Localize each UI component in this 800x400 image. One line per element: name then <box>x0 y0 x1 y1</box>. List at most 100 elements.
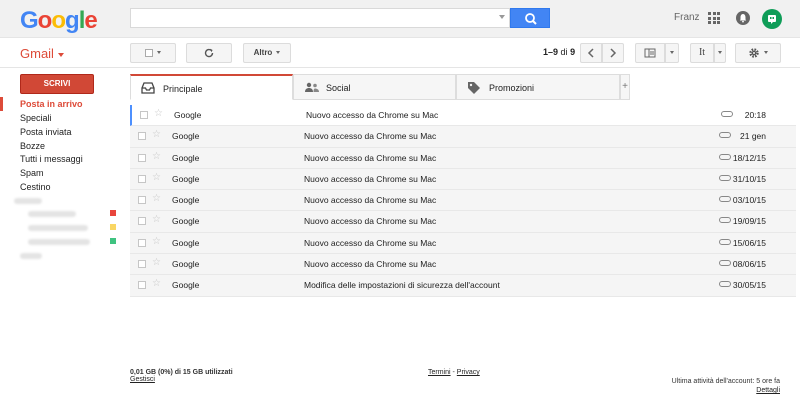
older-button[interactable] <box>602 43 624 63</box>
google-logo[interactable]: Google <box>20 7 98 35</box>
star-icon[interactable]: ☆ <box>152 130 161 140</box>
category-tabs: Principale Social Promozioni <box>130 74 630 100</box>
email-row[interactable]: ☆ Google Nuovo accesso da Chrome su Mac 31/… <box>130 168 796 191</box>
row-checkbox[interactable] <box>140 111 148 119</box>
settings-button[interactable] <box>735 43 781 63</box>
sidebar-item-inbox[interactable]: Posta in arrivo <box>20 98 83 111</box>
refresh-icon <box>204 48 214 58</box>
email-row[interactable]: ☆ Google Nuovo accesso da Chrome su Mac 21 … <box>130 126 796 148</box>
email-row[interactable]: ☆ Google Nuovo accesso da Chrome su Mac 20:… <box>130 105 796 127</box>
search-button[interactable] <box>510 8 550 28</box>
gmail-menu[interactable]: Gmail <box>20 46 64 61</box>
manage-storage-link[interactable]: Gestisci <box>130 376 155 383</box>
email-date: 08/06/15 <box>732 259 766 270</box>
logo-letter: g <box>65 7 80 34</box>
sidebar-item-spam[interactable]: Spam <box>20 167 44 180</box>
email-subject: Modifica delle impostazioni di sicurezza… <box>304 280 500 291</box>
star-icon[interactable]: ☆ <box>154 109 163 119</box>
split-pane-menu-button[interactable] <box>665 43 679 63</box>
sidebar-item-drafts[interactable]: Bozze <box>20 140 45 153</box>
email-row[interactable]: ☆ Google Nuovo accesso da Chrome su Mac 03/… <box>130 190 796 212</box>
tab-social[interactable]: Social <box>293 74 456 100</box>
sidebar-item-all-mail[interactable]: Tutti i messaggi <box>20 153 83 166</box>
people-icon <box>305 82 319 92</box>
storage-usage: 0,01 GB (0%) di 15 GB utilizzati <box>130 369 233 376</box>
top-header: Google Franz <box>0 0 800 38</box>
last-activity-text: Ultima attività dell'account: 5 ore fa <box>671 378 780 385</box>
row-checkbox[interactable] <box>138 174 146 183</box>
details-link[interactable]: Dettagli <box>756 387 780 394</box>
row-checkbox[interactable] <box>138 281 146 290</box>
email-date: 15/06/15 <box>732 237 766 248</box>
blurred-label[interactable] <box>28 225 88 231</box>
email-sender: Google <box>172 280 200 291</box>
email-row[interactable]: ☆ Google Modifica delle impostazioni di si… <box>130 275 796 297</box>
email-row[interactable]: ☆ Google Nuovo accesso da Chrome su Mac 18/… <box>130 147 796 169</box>
star-icon[interactable]: ☆ <box>152 151 161 162</box>
refresh-button[interactable] <box>186 43 232 63</box>
compose-button[interactable]: SCRIVI <box>20 74 94 94</box>
email-row[interactable]: ☆ Google Nuovo accesso da Chrome su Mac 19/… <box>130 211 796 233</box>
tag-icon <box>468 82 480 94</box>
apps-grid-icon[interactable] <box>708 12 720 24</box>
email-row[interactable]: ☆ Google Nuovo accesso da Chrome su Mac 15/… <box>130 232 796 255</box>
blurred-label-group[interactable] <box>14 198 42 204</box>
logo-letter: o <box>37 7 53 34</box>
star-icon[interactable]: ☆ <box>152 215 161 225</box>
select-all-button[interactable] <box>130 43 176 63</box>
attachment-clip-icon <box>719 153 731 160</box>
more-actions-button[interactable]: Altro <box>243 43 291 63</box>
row-checkbox[interactable] <box>138 132 146 141</box>
hangouts-avatar-icon[interactable] <box>762 9 782 29</box>
newer-button[interactable] <box>580 43 602 63</box>
attachment-clip-icon <box>719 174 731 181</box>
blurred-label[interactable] <box>28 211 76 217</box>
email-subject: Nuovo accesso da Chrome su Mac <box>304 237 437 248</box>
action-toolbar: Gmail Altro 1–9 di 9 It <box>0 38 800 68</box>
row-checkbox[interactable] <box>138 153 146 162</box>
label-color-swatch <box>110 224 116 230</box>
star-icon[interactable]: ☆ <box>152 236 161 247</box>
notifications-bell-icon[interactable] <box>736 11 750 25</box>
row-checkbox[interactable] <box>138 238 146 247</box>
row-checkbox[interactable] <box>138 260 146 269</box>
email-subject: Nuovo accesso da Chrome su Mac <box>304 216 437 227</box>
email-sender: Google <box>172 173 200 184</box>
star-icon[interactable]: ☆ <box>152 194 161 204</box>
terms-link[interactable]: Termini <box>428 369 451 376</box>
pager-total: 9 <box>570 47 576 57</box>
star-icon[interactable]: ☆ <box>152 279 161 289</box>
email-list: ☆ Google Nuovo accesso da Chrome su Mac 20:… <box>130 105 796 297</box>
email-sender: Google <box>172 216 200 227</box>
tab-promotions[interactable]: Promozioni <box>456 74 620 100</box>
row-checkbox[interactable] <box>138 196 146 205</box>
input-tools-menu-button[interactable] <box>714 43 726 63</box>
tab-primary[interactable]: Principale <box>130 74 293 100</box>
blurred-more-link[interactable] <box>20 253 42 259</box>
search-input[interactable] <box>130 8 510 28</box>
add-tab-button[interactable]: + <box>620 74 630 100</box>
star-icon[interactable]: ☆ <box>152 258 161 268</box>
inbox-icon <box>141 82 155 94</box>
email-subject: Nuovo accesso da Chrome su Mac <box>304 195 437 206</box>
privacy-link[interactable]: Privacy <box>457 369 480 376</box>
star-icon[interactable]: ☆ <box>152 172 161 183</box>
email-subject: Nuovo accesso da Chrome su Mac <box>304 173 437 184</box>
pager-of: di <box>560 47 568 57</box>
search-options-caret-icon[interactable] <box>499 15 505 19</box>
row-checkbox[interactable] <box>138 217 146 226</box>
blurred-label[interactable] <box>28 239 90 245</box>
split-pane-button[interactable] <box>635 43 665 63</box>
chevron-down-icon <box>764 51 768 55</box>
email-sender: Google <box>172 195 200 206</box>
user-name[interactable]: Franz <box>674 12 700 23</box>
input-tools-button[interactable]: It <box>690 43 714 63</box>
chevron-left-icon <box>587 48 594 58</box>
sidebar-item-sent[interactable]: Posta inviata <box>20 126 72 139</box>
email-subject: Nuovo accesso da Chrome su Mac <box>304 259 437 270</box>
logo-letter: e <box>84 7 97 34</box>
attachment-clip-icon <box>719 217 731 224</box>
sidebar-item-starred[interactable]: Speciali <box>20 112 52 125</box>
email-row[interactable]: ☆ Google Nuovo accesso da Chrome su Mac 08/… <box>130 254 796 276</box>
sidebar-item-trash[interactable]: Cestino <box>20 181 51 194</box>
